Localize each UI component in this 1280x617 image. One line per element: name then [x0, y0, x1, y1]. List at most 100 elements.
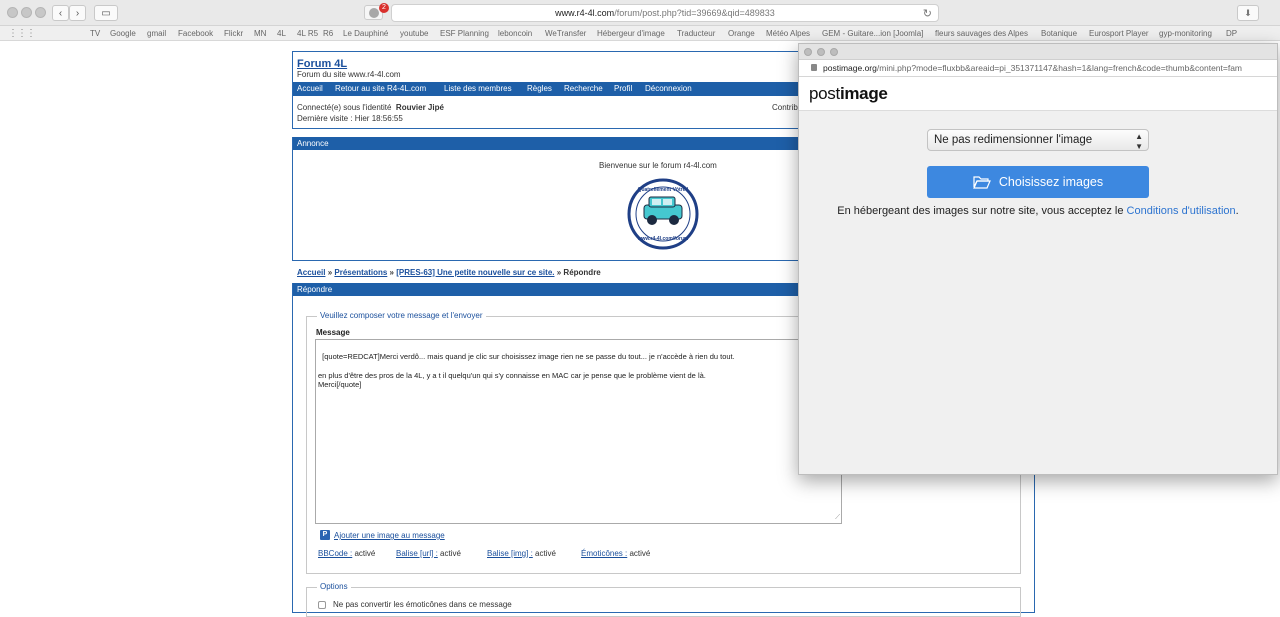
- forum-title[interactable]: Forum 4L: [297, 58, 347, 70]
- postimage-logo[interactable]: postimage: [809, 84, 888, 104]
- bookmark-item[interactable]: fleurs sauvages des Alpes: [935, 29, 1028, 38]
- no-emoticons-checkbox[interactable]: [318, 601, 326, 609]
- download-icon: ⬇: [1244, 8, 1252, 18]
- bookmark-item[interactable]: Google: [110, 29, 136, 38]
- popup-zoom-button[interactable]: [830, 48, 838, 56]
- bookmark-item[interactable]: MN: [254, 29, 266, 38]
- image-upload-icon[interactable]: P: [320, 530, 330, 540]
- sidebar-icon: ▭: [101, 7, 111, 19]
- bookmark-item[interactable]: R6: [323, 29, 333, 38]
- grid-icon[interactable]: ⋮⋮⋮: [8, 28, 36, 39]
- bookmark-item[interactable]: Botanique: [1041, 29, 1077, 38]
- breadcrumb-topic[interactable]: [PRES-63] Une petite nouvelle sur ce sit…: [396, 268, 554, 277]
- chevron-right-icon: ›: [75, 7, 80, 19]
- adblock-extension-button[interactable]: 2: [364, 3, 389, 20]
- bookmark-item[interactable]: Eurosport Player: [1089, 29, 1149, 38]
- bookmark-item[interactable]: youtube: [400, 29, 428, 38]
- bookmark-item[interactable]: Orange: [728, 29, 755, 38]
- nav-accueil[interactable]: Accueil: [297, 84, 323, 93]
- nav-retour-site[interactable]: Retour au site R4-4L.com: [335, 84, 426, 93]
- bbcode-state: activé: [354, 549, 376, 558]
- chevron-left-icon: ‹: [58, 7, 63, 19]
- breadcrumb-separator: »: [389, 268, 394, 277]
- breadcrumb-current: Répondre: [563, 268, 601, 277]
- url-tag-link[interactable]: Balise [url] :: [396, 549, 438, 558]
- folder-open-icon: [972, 176, 991, 189]
- downloads-button[interactable]: ⬇: [1237, 5, 1259, 21]
- bookmark-item[interactable]: ESF Planning: [440, 29, 489, 38]
- bookmark-item[interactable]: Traducteur: [677, 29, 715, 38]
- add-image-link[interactable]: Ajouter une image au message: [334, 531, 445, 540]
- bookmark-item[interactable]: gyp-monitoring: [1159, 29, 1212, 38]
- popup-url-host: postimage.org: [823, 63, 877, 73]
- url-tag-state: activé: [440, 549, 461, 558]
- logo-image: image: [839, 84, 888, 103]
- bookmark-item[interactable]: 4L R5: [297, 29, 318, 38]
- nav-recherche[interactable]: Recherche: [564, 84, 603, 93]
- bookmark-item[interactable]: leboncoin: [498, 29, 532, 38]
- popup-address-bar[interactable]: postimage.org/mini.php?mode=fluxbb&areai…: [799, 60, 1277, 77]
- img-tag-state: activé: [535, 549, 556, 558]
- reload-icon[interactable]: ↻: [923, 7, 932, 20]
- logo-post: post: [809, 84, 840, 103]
- choose-images-button[interactable]: Choisissez images: [927, 166, 1149, 198]
- popup-url-path: /mini.php?mode=fluxbb&areaid=pi_35137114…: [876, 63, 1243, 73]
- terms-text: En hébergeant des images sur notre site,…: [799, 205, 1277, 217]
- nav-profil[interactable]: Profil: [614, 84, 632, 93]
- bookmark-item[interactable]: Facebook: [178, 29, 213, 38]
- nav-deconnexion[interactable]: Déconnexion: [645, 84, 692, 93]
- message-textarea[interactable]: [quote=REDCAT]Merci verdô... mais quand …: [315, 339, 842, 524]
- bookmark-item[interactable]: TV: [90, 29, 100, 38]
- connected-label: Connecté(e) sous l'identité: [297, 103, 392, 112]
- nav-regles[interactable]: Règles: [527, 84, 552, 93]
- bookmark-item[interactable]: Le Dauphiné: [343, 29, 388, 38]
- forum-logo-image: Quatrellement Vôtre ! www.r4-4l.com/foru…: [627, 178, 699, 250]
- popup-close-button[interactable]: [804, 48, 812, 56]
- bookmark-item[interactable]: Hébergeur d'image: [597, 29, 665, 38]
- bbcode-status: BBCode : activé: [318, 549, 375, 558]
- sidebar-button[interactable]: ▭: [94, 5, 118, 21]
- popup-titlebar: [799, 44, 1277, 60]
- close-window-button[interactable]: [7, 7, 18, 18]
- breadcrumb-home[interactable]: Accueil: [297, 268, 325, 277]
- forum-subtitle: Forum du site www.r4-4l.com: [297, 70, 401, 79]
- back-button[interactable]: ‹: [52, 5, 69, 21]
- resize-handle-icon[interactable]: ⟋: [835, 513, 840, 523]
- breadcrumb-separator: »: [327, 268, 333, 277]
- select-arrows-icon: ▲ ▼: [1135, 132, 1143, 151]
- forum-logo: Quatrellement Vôtre ! www.r4-4l.com/foru…: [627, 178, 699, 250]
- minimize-window-button[interactable]: [21, 7, 32, 18]
- emoticons-status: Émoticônes : activé: [581, 549, 650, 558]
- bookmark-item[interactable]: WeTransfer: [545, 29, 586, 38]
- terms-suffix: .: [1235, 205, 1239, 217]
- choose-images-label: Choisissez images: [998, 175, 1104, 189]
- zoom-window-button[interactable]: [35, 7, 46, 18]
- compose-legend: Veuillez composer votre message et l'env…: [317, 311, 486, 320]
- terms-prefix: En hébergeant des images sur notre site,…: [837, 205, 1124, 217]
- url-path: /forum/post.php?tid=39669&qid=489833: [614, 8, 775, 18]
- bookmark-item[interactable]: GEM - Guitare...ion [Joomla]: [822, 29, 923, 38]
- logo-text-top: Quatrellement Vôtre !: [638, 187, 689, 193]
- bbcode-link[interactable]: BBCode :: [318, 549, 352, 558]
- message-label: Message: [316, 328, 350, 337]
- resize-select[interactable]: Ne pas redimensionner l'image ▲ ▼: [927, 129, 1149, 151]
- lock-icon: [811, 64, 817, 71]
- popup-minimize-button[interactable]: [817, 48, 825, 56]
- breadcrumb-section[interactable]: Présentations: [334, 268, 387, 277]
- adblock-icon: [369, 8, 379, 18]
- bookmark-item[interactable]: gmail: [147, 29, 166, 38]
- bookmark-item[interactable]: DP: [1226, 29, 1237, 38]
- bookmark-item[interactable]: 4L: [277, 29, 286, 38]
- emoticons-link[interactable]: Émoticônes :: [581, 549, 627, 558]
- last-visit: Dernière visite : Hier 18:56:55: [297, 114, 403, 123]
- address-bar[interactable]: www.r4-4l.com/forum/post.php?tid=39669&q…: [391, 4, 939, 22]
- postimage-popup-window: postimage.org/mini.php?mode=fluxbb&areai…: [798, 43, 1278, 475]
- img-tag-link[interactable]: Balise [img] :: [487, 549, 533, 558]
- img-tag-status: Balise [img] : activé: [487, 549, 556, 558]
- bookmark-item[interactable]: Flickr: [224, 29, 243, 38]
- terms-link[interactable]: Conditions d'utilisation: [1127, 205, 1236, 217]
- nav-liste-membres[interactable]: Liste des membres: [444, 84, 512, 93]
- bookmark-item[interactable]: Météo Alpes: [766, 29, 810, 38]
- forward-button[interactable]: ›: [69, 5, 86, 21]
- breadcrumb-separator: »: [556, 268, 562, 277]
